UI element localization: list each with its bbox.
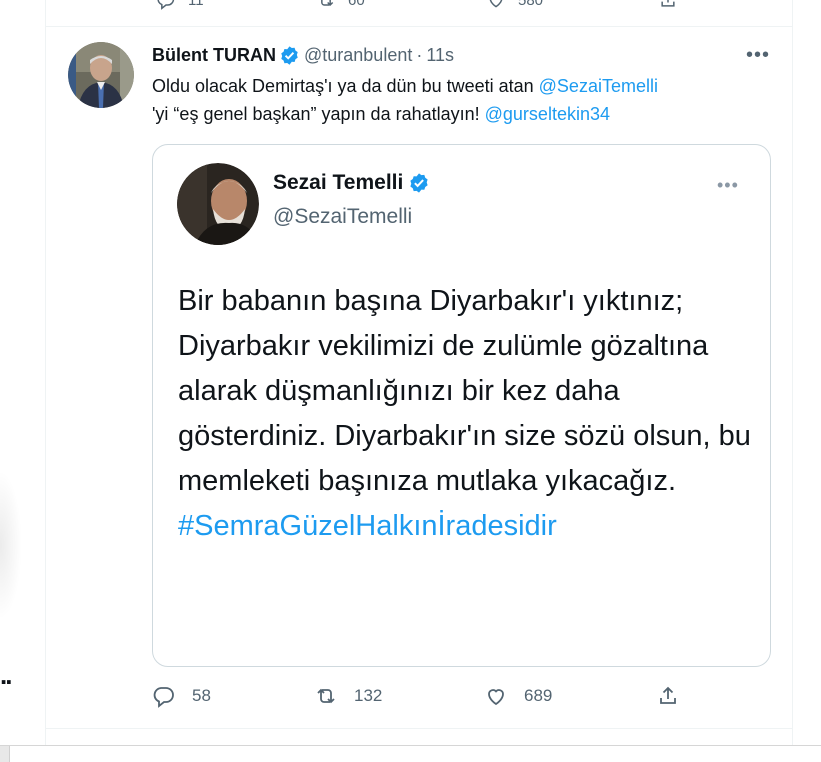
quoted-verified-badge-icon [410, 173, 428, 193]
share-icon [660, 686, 676, 704]
like-icon [489, 0, 503, 8]
like-count: 689 [524, 686, 553, 705]
quoted-author-name[interactable]: Sezai Temelli [273, 171, 403, 195]
author-handle[interactable]: @turanbulent [304, 44, 412, 66]
quoted-tweet[interactable]: Sezai Temelli @SezaiTemelli ••• Bir baba… [152, 144, 771, 667]
share-icon [661, 0, 675, 7]
previous-reply-count: 11 [188, 0, 204, 9]
quoted-tweet-body: Bir babanın başına Diyarbakır'ı yıktınız… [178, 285, 751, 497]
left-shadow [0, 470, 22, 620]
author-name[interactable]: Bülent TURAN [152, 44, 276, 66]
tweet-timestamp[interactable]: 11s [426, 44, 454, 66]
previous-reply-button[interactable]: 11 [156, 0, 204, 10]
previous-like-count: 580 [518, 0, 544, 9]
tweet-divider [46, 728, 792, 729]
like-icon [488, 689, 504, 706]
timeline: 11 60 580 Bülent TURAN @turanbulent · 11… [45, 0, 793, 745]
bottom-bar [0, 745, 821, 762]
tweet-text: Oldu olacak Demirtaş'ı ya da dün bu twee… [152, 72, 772, 128]
quoted-author-handle[interactable]: @SezaiTemelli [273, 205, 412, 229]
previous-tweet-actions: 11 60 580 [46, 0, 792, 27]
reply-button[interactable]: 58 [152, 684, 211, 708]
mention-link-sezaitemelli[interactable]: @SezaiTemelli [539, 76, 658, 96]
more-icon[interactable]: ••• [746, 44, 770, 66]
like-button[interactable]: 689 [484, 684, 552, 708]
header-separator: · [416, 45, 423, 65]
retweet-icon [321, 0, 334, 7]
reply-icon [157, 0, 175, 10]
quoted-tweet-text: Bir babanın başına Diyarbakır'ı yıktınız… [178, 279, 758, 549]
previous-retweet-button[interactable]: 60 [316, 0, 365, 10]
previous-like-button[interactable]: 580 [486, 0, 543, 10]
quoted-hashtag-link[interactable]: #SemraGüzelHalkınİradesidir [178, 504, 758, 549]
right-column [793, 0, 821, 745]
author-avatar[interactable] [68, 42, 134, 108]
left-truncated-text: .. [0, 660, 13, 690]
verified-badge-icon [281, 45, 298, 65]
retweet-count: 132 [354, 686, 383, 705]
quoted-avatar-image [177, 163, 259, 245]
tweet-actions: 58 132 689 [152, 684, 752, 712]
retweet-icon [317, 688, 335, 704]
quoted-author-avatar[interactable] [177, 163, 259, 245]
left-column: .. [0, 0, 45, 745]
tweet-text-part2: 'yi “eş genel başkan” yapın da rahatlayı… [152, 104, 485, 124]
reply-count: 58 [192, 686, 211, 705]
share-button[interactable] [656, 684, 680, 708]
reply-icon [153, 687, 174, 708]
tweet-header: Bülent TURAN @turanbulent · 11s [152, 44, 454, 66]
previous-retweet-count: 60 [348, 0, 365, 9]
quoted-author-name-row: Sezai Temelli [273, 171, 434, 195]
avatar-image [68, 42, 134, 108]
tweet-text-part1: Oldu olacak Demirtaş'ı ya da dün bu twee… [152, 76, 539, 96]
retweet-button[interactable]: 132 [314, 684, 382, 708]
quoted-more-icon[interactable]: ••• [717, 175, 739, 196]
previous-share-button[interactable] [658, 0, 678, 10]
bottom-bar-cap [0, 746, 10, 762]
mention-link-gurseltekin[interactable]: @gurseltekin34 [485, 104, 610, 124]
